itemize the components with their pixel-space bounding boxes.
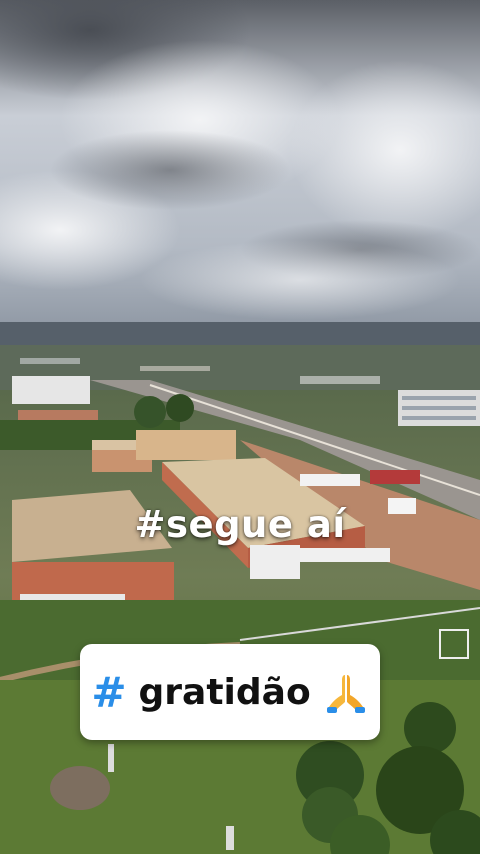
white-building (12, 376, 90, 404)
rock (50, 766, 110, 810)
truck (370, 470, 420, 484)
truck (300, 474, 360, 486)
praying-hands-icon (326, 675, 365, 713)
caption-text: #segue aí (134, 503, 346, 546)
cloud (140, 240, 460, 320)
hashtag-sticker[interactable]: # gratidão (80, 644, 380, 740)
truck (300, 548, 390, 562)
hashtag-word: gratidão (138, 671, 311, 713)
hashtag-symbol: # (91, 667, 127, 717)
warehouse (136, 430, 236, 460)
tree (404, 702, 456, 754)
storm-cloud (50, 130, 290, 210)
small-building (250, 545, 300, 579)
